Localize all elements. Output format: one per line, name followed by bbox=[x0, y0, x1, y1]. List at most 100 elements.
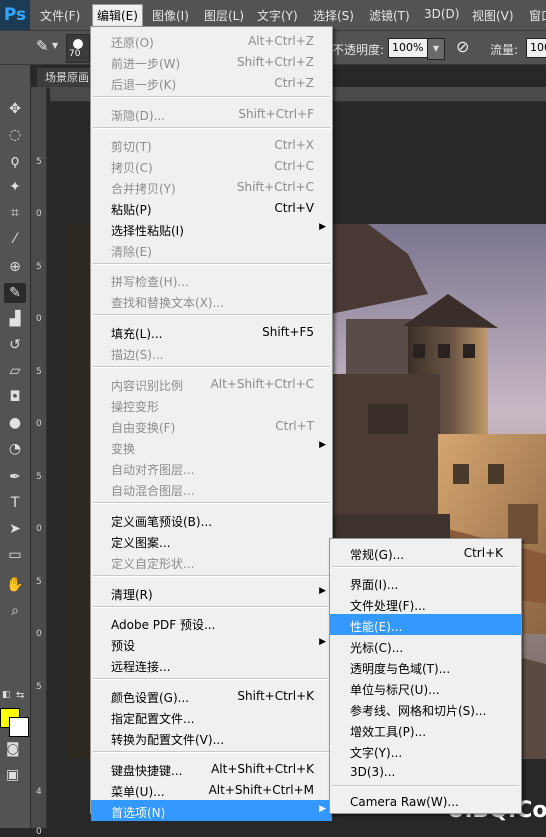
menubar-item[interactable]: 视图(V) bbox=[472, 7, 514, 24]
opacity-dropdown-icon[interactable]: ▼ bbox=[427, 38, 445, 60]
brush-preset-icon[interactable]: ✎ bbox=[36, 37, 49, 55]
healing-brush-tool-icon[interactable]: ⊕ bbox=[4, 257, 26, 277]
menu-item: 前进一步(W) Shift+Ctrl+Z bbox=[91, 51, 332, 72]
blur-tool-icon[interactable]: ● bbox=[4, 413, 26, 433]
menu-item-label: 渐隐(D)... bbox=[111, 108, 166, 123]
menu-item[interactable]: 粘贴(P) Ctrl+V bbox=[91, 197, 332, 218]
menu-item[interactable]: 文字(Y)... bbox=[330, 740, 521, 761]
menu-item: 查找和替换文本(X)... bbox=[91, 290, 332, 311]
menu-item[interactable]: 指定配置文件... bbox=[91, 706, 332, 727]
dropdown-arrow-icon[interactable]: ▼ bbox=[52, 41, 58, 50]
airbrush-pressure-icon[interactable]: ⊘ bbox=[456, 37, 469, 56]
quick-mask-icon[interactable]: ◙ bbox=[6, 741, 20, 757]
brush-size-picker[interactable]: 70 bbox=[66, 34, 90, 63]
menu-item-shortcut: Ctrl+X bbox=[274, 137, 314, 152]
menu-item-shortcut: Shift+Ctrl+F bbox=[238, 106, 314, 121]
ruler-number: 0 bbox=[36, 314, 42, 324]
menu-item[interactable]: 定义画笔预设(B)... bbox=[91, 509, 332, 530]
menubar-item[interactable]: 图层(L) bbox=[204, 7, 244, 24]
photoshop-logo-icon: Ps bbox=[0, 0, 30, 30]
brush-tool-icon[interactable]: ✎ bbox=[4, 283, 26, 303]
menu-item-label: 拼写检查(H)... bbox=[111, 275, 189, 290]
menu-item[interactable]: 选择性粘贴(I) ▶ bbox=[91, 218, 332, 239]
menu-item[interactable]: 远程连接... bbox=[91, 654, 332, 675]
menu-item[interactable]: 文件处理(F)... bbox=[330, 593, 521, 614]
menu-item-label: Adobe PDF 预设... bbox=[111, 618, 216, 633]
menubar-item[interactable]: 图像(I) bbox=[152, 7, 189, 24]
background-color-swatch[interactable] bbox=[9, 717, 29, 737]
screen-mode-icon[interactable]: ▣ bbox=[6, 767, 19, 783]
default-colors-icon[interactable]: ◧ bbox=[2, 690, 11, 700]
magic-wand-tool-icon[interactable]: ✦ bbox=[4, 177, 26, 197]
hand-tool-icon[interactable]: ✋ bbox=[4, 575, 26, 595]
crop-tool-icon[interactable]: ⌗ bbox=[4, 203, 26, 223]
stamp-tool-icon[interactable]: ▟ bbox=[4, 309, 26, 329]
history-brush-tool-icon[interactable]: ↺ bbox=[4, 335, 26, 355]
move-tool-icon[interactable]: ✥ bbox=[4, 99, 26, 119]
menu-item[interactable]: 增效工具(P)... bbox=[330, 719, 521, 740]
menu-item[interactable]: 单位与标尺(U)... bbox=[330, 677, 521, 698]
flow-input[interactable]: 100 bbox=[526, 38, 546, 58]
menu-item[interactable]: 首选项(N) ▶ bbox=[91, 800, 332, 821]
menu-item[interactable]: 转换为配置文件(V)... bbox=[91, 727, 332, 748]
menu-item[interactable]: 填充(L)... Shift+F5 bbox=[91, 321, 332, 342]
menu-item[interactable]: Camera Raw(W)... bbox=[330, 791, 521, 812]
menu-item-label: 键盘快捷键... bbox=[111, 764, 183, 778]
eyedropper-tool-icon[interactable]: ⁄ bbox=[4, 229, 26, 249]
menubar-item[interactable]: 滤镜(T) bbox=[369, 7, 410, 24]
menu-item-label: 剪切(T) bbox=[111, 139, 152, 154]
menu-item[interactable]: 清理(R) ▶ bbox=[91, 582, 332, 603]
marquee-tool-icon[interactable]: ◌ bbox=[4, 125, 26, 145]
menu-item[interactable]: 常规(G)... Ctrl+K bbox=[330, 542, 521, 563]
paint-bucket-tool-icon[interactable]: ◘ bbox=[4, 387, 26, 407]
menu-item[interactable]: 性能(E)... bbox=[330, 614, 521, 635]
submenu-arrow-icon: ▶ bbox=[319, 637, 326, 648]
menu-item: 清除(E) bbox=[91, 239, 332, 260]
menubar-item[interactable]: 窗口 bbox=[529, 7, 546, 24]
ruler-number: 5 bbox=[36, 262, 42, 272]
menu-item[interactable]: 3D(3)... bbox=[330, 761, 521, 782]
zoom-tool-icon[interactable]: ⌕ bbox=[4, 601, 26, 621]
menu-item[interactable]: 颜色设置(G)... Shift+Ctrl+K bbox=[91, 685, 332, 706]
menu-item[interactable]: 光标(C)... bbox=[330, 635, 521, 656]
menu-item-label: 远程连接... bbox=[111, 660, 171, 675]
menu-item: 合并拷贝(Y) Shift+Ctrl+C bbox=[91, 176, 332, 197]
menu-item-label: 颜色设置(G)... bbox=[111, 691, 190, 706]
menu-separator bbox=[93, 262, 330, 265]
menu-item[interactable]: 定义图案... bbox=[91, 530, 332, 551]
menubar-item[interactable]: 文件(F) bbox=[40, 7, 80, 24]
ruler-number: 0 bbox=[36, 524, 42, 534]
menu-item[interactable]: 键盘快捷键... Alt+Shift+Ctrl+K bbox=[91, 758, 332, 779]
menu-separator bbox=[93, 605, 330, 608]
eraser-tool-icon[interactable]: ▱ bbox=[4, 361, 26, 381]
type-tool-icon[interactable]: T bbox=[4, 493, 26, 513]
lasso-tool-icon[interactable]: ϙ bbox=[4, 151, 26, 171]
ruler-number: 5 bbox=[36, 367, 42, 377]
swap-colors-icon[interactable]: ⇆ bbox=[16, 690, 24, 701]
brush-tip-icon bbox=[73, 39, 83, 49]
menu-item[interactable]: 界面(I)... bbox=[330, 572, 521, 593]
shape-tool-icon[interactable]: ▭ bbox=[4, 545, 26, 565]
menu-item[interactable]: 透明度与色域(T)... bbox=[330, 656, 521, 677]
menubar-item[interactable]: 文字(Y) bbox=[257, 7, 298, 24]
menu-item[interactable]: Adobe PDF 预设... bbox=[91, 612, 332, 633]
menubar-item[interactable]: 选择(S) bbox=[313, 7, 354, 24]
menu-item-label: 性能(E)... bbox=[350, 620, 403, 634]
submenu-arrow-icon: ▶ bbox=[319, 440, 326, 450]
menubar-item[interactable]: 编辑(E) bbox=[92, 4, 143, 27]
ruler-number: 5 bbox=[36, 157, 42, 167]
menu-item[interactable]: 预设 ▶ bbox=[91, 633, 332, 654]
menu-item-label: 定义画笔预设(B)... bbox=[111, 514, 213, 529]
menu-separator bbox=[93, 502, 330, 504]
path-select-tool-icon[interactable]: ➤ bbox=[4, 519, 26, 539]
menu-item: 后退一步(K) Ctrl+Z bbox=[91, 72, 332, 93]
ruler-number: 5 bbox=[36, 472, 42, 482]
menubar-item[interactable]: 3D(D) bbox=[424, 7, 459, 21]
dodge-tool-icon[interactable]: ◔ bbox=[4, 439, 26, 459]
menu-item-shortcut: Alt+Shift+Ctrl+K bbox=[211, 762, 314, 776]
menu-item-label: 菜单(U)... bbox=[111, 785, 165, 799]
menu-item[interactable]: 参考线、网格和切片(S)... bbox=[330, 698, 521, 719]
menu-item-label: 操控变形 bbox=[111, 400, 160, 414]
pen-tool-icon[interactable]: ✒ bbox=[4, 467, 26, 487]
menu-item[interactable]: 菜单(U)... Alt+Shift+Ctrl+M bbox=[91, 779, 332, 800]
